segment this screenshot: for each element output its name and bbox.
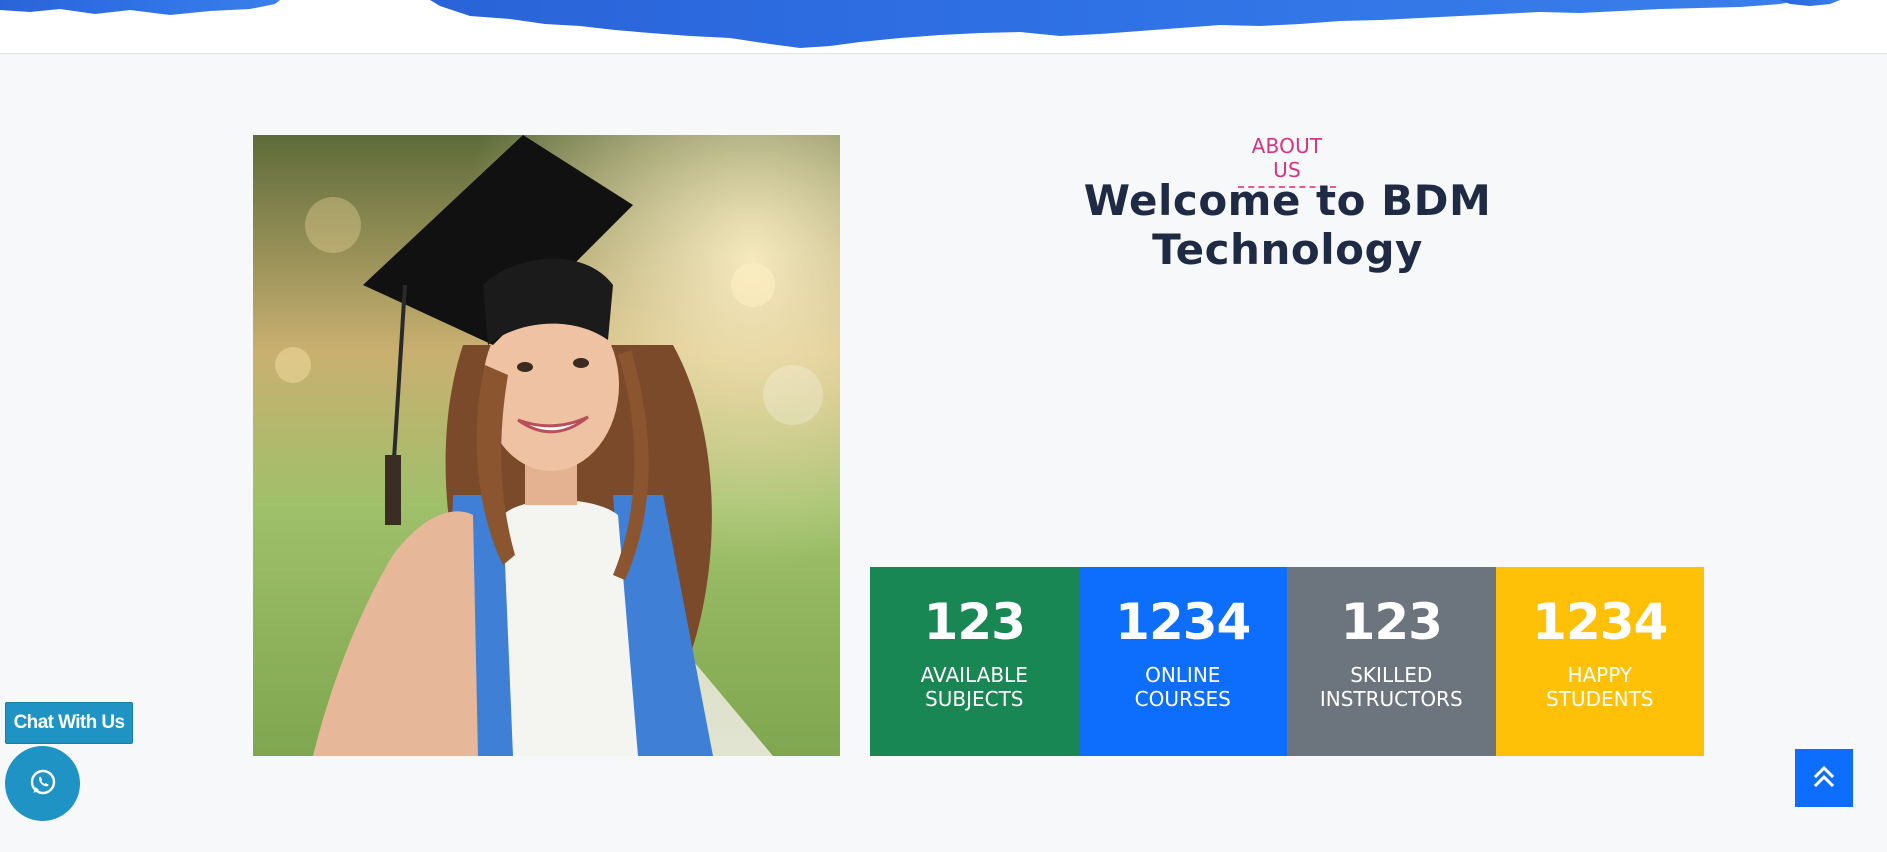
stat-label-line2: INSTRUCTORS: [1319, 687, 1463, 711]
stat-number: 1234: [1532, 593, 1668, 651]
stat-label-line2: SUBJECTS: [925, 687, 1024, 711]
stat-label-line1: AVAILABLE: [920, 663, 1028, 687]
stat-label-line1: SKILLED: [1350, 663, 1433, 687]
double-chevron-up-icon: [1811, 763, 1837, 793]
graduate-photo: [253, 135, 840, 756]
stat-number: 123: [923, 593, 1026, 651]
stat-happy-students: 1234 HAPPY STUDENTS: [1495, 567, 1705, 756]
scroll-to-top-button[interactable]: [1795, 749, 1853, 807]
stat-number: 1234: [1115, 593, 1251, 651]
chat-with-us-button[interactable]: Chat With Us: [5, 702, 133, 744]
stat-label: SKILLED INSTRUCTORS: [1287, 663, 1496, 711]
page-title: Welcome to BDM Technology: [1083, 176, 1492, 274]
top-banner-strip: [0, 0, 1887, 54]
stat-online-courses: 1234 ONLINE COURSES: [1078, 567, 1288, 756]
stat-skilled-instructors: 123 SKILLED INSTRUCTORS: [1287, 567, 1496, 756]
whatsapp-chat-button[interactable]: [5, 746, 80, 821]
stat-available-subjects: 123 AVAILABLE SUBJECTS: [870, 567, 1079, 756]
whatsapp-icon: [28, 767, 58, 801]
stat-label-line2: COURSES: [1134, 687, 1231, 711]
stat-number: 123: [1340, 593, 1443, 651]
stat-label: AVAILABLE SUBJECTS: [870, 663, 1079, 711]
stats-row: 123 AVAILABLE SUBJECTS 1234 ONLINE COURS…: [870, 567, 1704, 756]
stat-label: HAPPY STUDENTS: [1496, 663, 1705, 711]
torn-paper-graphic: [0, 0, 1840, 48]
stat-label-line2: STUDENTS: [1546, 687, 1654, 711]
stat-label-line1: ONLINE: [1145, 663, 1221, 687]
stat-label: ONLINE COURSES: [1079, 663, 1288, 711]
stat-label-line1: HAPPY: [1567, 663, 1633, 687]
